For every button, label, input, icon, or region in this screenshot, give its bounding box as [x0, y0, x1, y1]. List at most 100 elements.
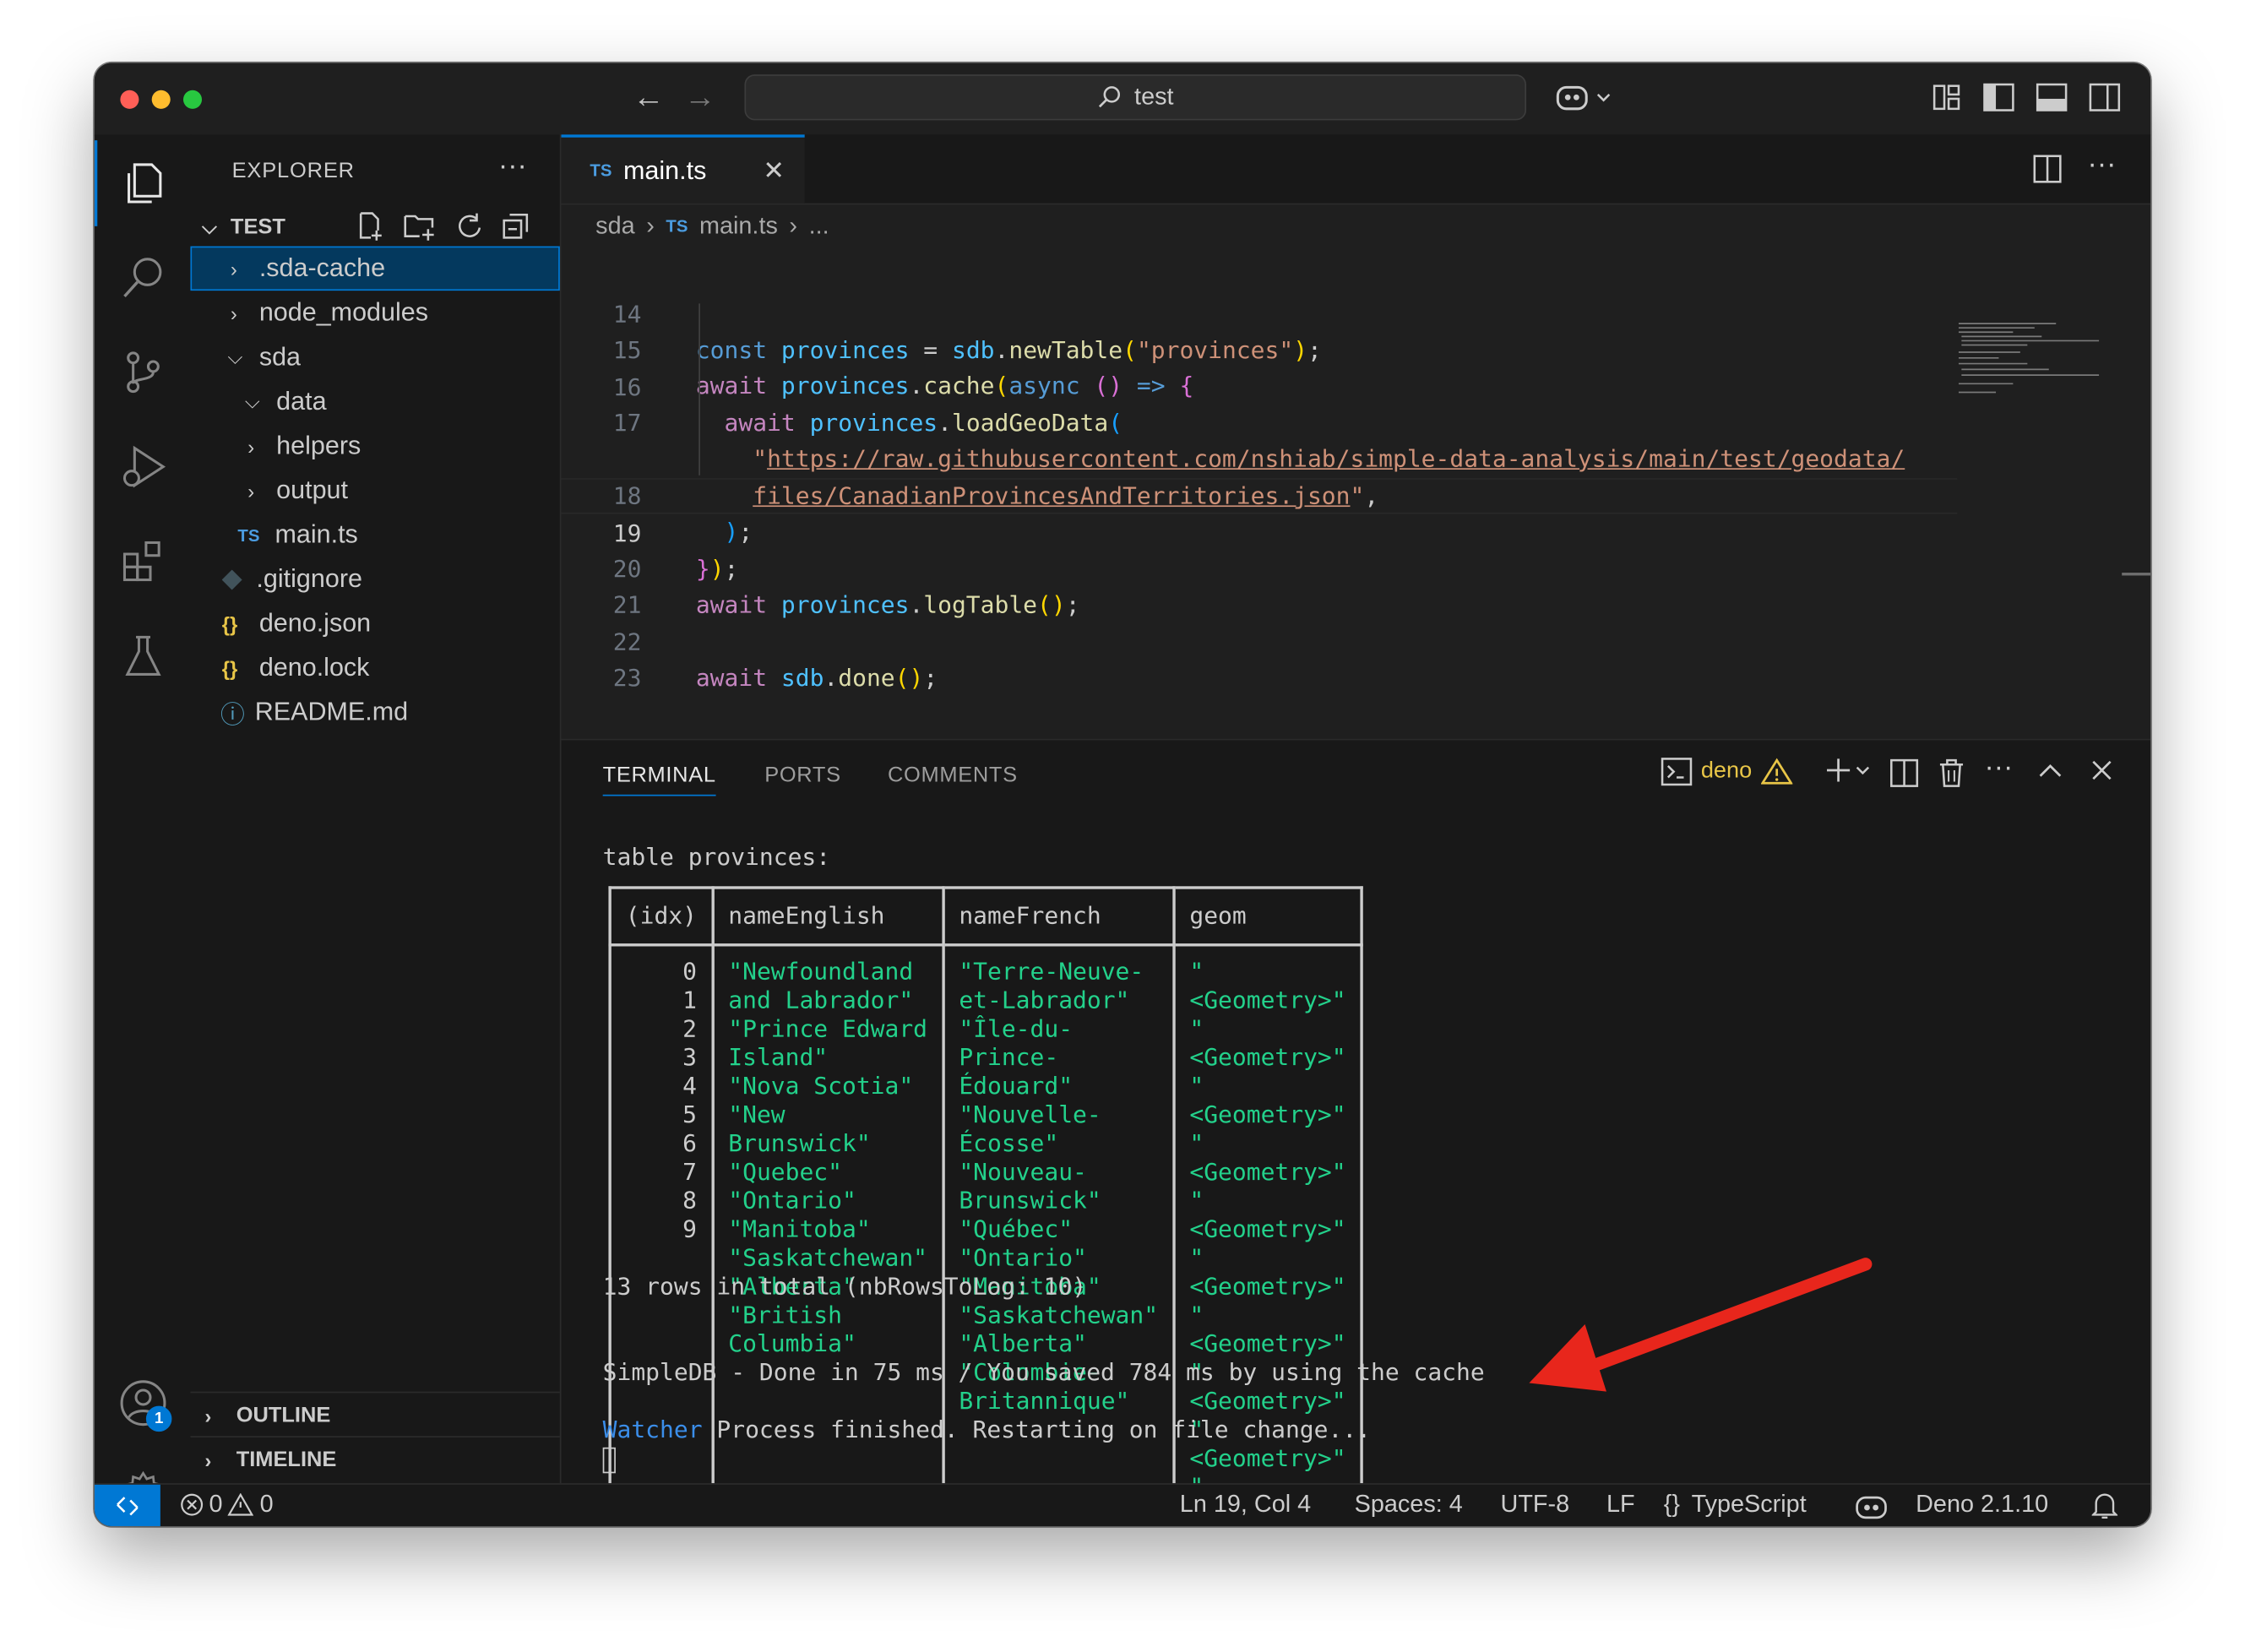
chevron-right-icon: ›: [247, 434, 255, 458]
json-icon: {}: [221, 656, 238, 680]
deno-version[interactable]: Deno 2.1.10: [1916, 1491, 2048, 1519]
plus-icon: [1827, 758, 1870, 782]
scrollbar-position-marker: [2122, 573, 2151, 576]
maximize-panel-icon[interactable]: [2037, 760, 2063, 780]
json-icon: {}: [221, 611, 238, 635]
new-file-icon[interactable]: [354, 210, 385, 242]
tab-terminal[interactable]: TERMINAL: [602, 764, 716, 796]
copilot-icon[interactable]: [1856, 1493, 1887, 1519]
search-icon: [1099, 86, 1121, 108]
breadcrumb-item[interactable]: sda: [595, 212, 634, 241]
typescript-icon: TS: [666, 215, 688, 236]
editor-more-actions-button[interactable]: ···: [2088, 149, 2117, 182]
problems-indicator[interactable]: 0 0: [181, 1491, 274, 1519]
minimap[interactable]: [1956, 321, 2113, 407]
line-ending[interactable]: LF: [1606, 1491, 1635, 1519]
more-actions-button[interactable]: ···: [498, 150, 527, 183]
cursor-position[interactable]: Ln 19, Col 4: [1180, 1491, 1311, 1519]
activity-source-control[interactable]: [95, 329, 191, 416]
tree-item-main-ts[interactable]: TS main.ts: [190, 513, 559, 557]
activity-bar: 1: [94, 134, 193, 1519]
panel-more-actions-button[interactable]: ···: [1984, 752, 2013, 785]
customize-layout-button[interactable]: [1932, 83, 1961, 118]
indentation[interactable]: Spaces: 4: [1355, 1491, 1463, 1519]
chevron-right-icon: ›: [230, 257, 237, 280]
split-editor-icon[interactable]: [2033, 155, 2062, 183]
table-cell: "Nouveau-Brunswick": [959, 1158, 1101, 1215]
refresh-icon[interactable]: [453, 210, 484, 242]
copilot-button[interactable]: [1555, 80, 1615, 122]
tab-comments[interactable]: COMMENTS: [888, 764, 1018, 788]
activity-run-debug[interactable]: [95, 424, 191, 510]
table-header: geom: [1172, 886, 1363, 947]
split-terminal-icon[interactable]: [1890, 758, 1919, 787]
tree-item-gitignore[interactable]: .gitignore: [190, 557, 559, 601]
activity-testing[interactable]: [95, 613, 191, 699]
bottom-panel: TERMINAL PORTS COMMENTS deno ··· table p…: [561, 738, 2151, 1527]
timeline-section-header[interactable]: › TIMELINE: [190, 1436, 560, 1481]
command-center-search[interactable]: test: [744, 74, 1527, 121]
tree-item-deno-json[interactable]: {} deno.json: [190, 601, 559, 646]
close-panel-icon[interactable]: [2090, 758, 2113, 781]
tab-main-ts[interactable]: TS main.ts ✕: [561, 134, 805, 204]
table-cell: 3: [682, 1043, 697, 1071]
git-icon: [221, 568, 242, 590]
table-cell: "Quebec": [728, 1158, 843, 1186]
tree-item-sda-cache[interactable]: › .sda-cache: [190, 246, 560, 291]
breadcrumb-item[interactable]: main.ts: [699, 212, 778, 241]
workspace-folder-header[interactable]: ⌵ TEST: [190, 206, 559, 246]
activity-extensions[interactable]: [95, 519, 191, 605]
close-window-button[interactable]: [120, 90, 139, 109]
table-cell: "Nouvelle-Écosse": [959, 1100, 1101, 1157]
forward-button[interactable]: →: [684, 79, 715, 115]
outline-section-header[interactable]: › OUTLINE: [190, 1391, 560, 1437]
language-mode[interactable]: {} TypeScript: [1664, 1491, 1807, 1519]
new-terminal-button[interactable]: [1824, 754, 1873, 794]
terminal-name: deno: [1700, 758, 1753, 784]
new-folder-icon[interactable]: [402, 210, 437, 242]
code-line: 20 await provinces.logTable();: [561, 515, 2150, 619]
status-bar: 0 0 Ln 19, Col 4 Spaces: 4 UTF-8 LF {} T…: [94, 1483, 2151, 1527]
minimize-window-button[interactable]: [151, 90, 171, 109]
encoding[interactable]: UTF-8: [1501, 1491, 1570, 1519]
code-line: 17 "https://raw.githubusercontent.com/ns…: [561, 369, 2150, 473]
tree-item-helpers[interactable]: › helpers: [190, 424, 559, 469]
table-cell: "<Geometry>": [1189, 1014, 1346, 1071]
chevron-right-icon: ›: [247, 479, 255, 503]
tree-item-node-modules[interactable]: › node_modules: [190, 291, 559, 335]
maximize-window-button[interactable]: [182, 90, 203, 109]
chevron-right-icon: ›: [204, 1448, 212, 1471]
code-line: 22 await sdb.done();: [561, 589, 2150, 692]
remote-indicator[interactable]: [94, 1484, 160, 1527]
activity-accounts[interactable]: 1: [95, 1360, 191, 1446]
code-line: 21: [561, 552, 2150, 618]
back-button[interactable]: ←: [633, 79, 664, 115]
toggle-secondary-sidebar-button[interactable]: [2089, 83, 2121, 118]
table-cell: 1: [682, 986, 697, 1014]
breadcrumb-item[interactable]: ...: [809, 212, 829, 241]
close-tab-icon[interactable]: ✕: [763, 156, 785, 187]
tree-item-readme[interactable]: ⓘ README.md: [190, 690, 559, 735]
tree-item-output[interactable]: › output: [190, 468, 559, 513]
table-header: nameFrench: [941, 886, 1176, 947]
bell-icon[interactable]: [2091, 1492, 2118, 1520]
tree-item-data[interactable]: ⌵ data: [190, 379, 559, 424]
tab-ports[interactable]: PORTS: [764, 764, 841, 788]
copilot-icon: [1556, 85, 1611, 111]
tree-item-label: sda: [258, 342, 302, 372]
outline-label: OUTLINE: [236, 1403, 331, 1428]
sidebar-title: EXPLORER: [231, 159, 355, 183]
tree-item-sda[interactable]: ⌵ sda: [190, 335, 559, 380]
trash-icon[interactable]: [1938, 758, 1966, 789]
tree-item-deno-lock[interactable]: {} deno.lock: [190, 646, 559, 691]
toggle-primary-sidebar-button[interactable]: [1983, 83, 2014, 118]
chevron-right-icon: ›: [646, 211, 655, 240]
terminal-selector[interactable]: deno: [1661, 758, 1792, 786]
activity-search[interactable]: [95, 235, 191, 321]
code-line: 16 await provinces.loadGeoData(: [561, 334, 2150, 437]
table-cell: 7: [682, 1158, 697, 1186]
collapse-all-icon[interactable]: [500, 210, 531, 242]
toggle-panel-button[interactable]: [2036, 83, 2068, 118]
activity-explorer[interactable]: [94, 140, 191, 226]
table-cell: "Saskatchewan": [728, 1244, 928, 1272]
